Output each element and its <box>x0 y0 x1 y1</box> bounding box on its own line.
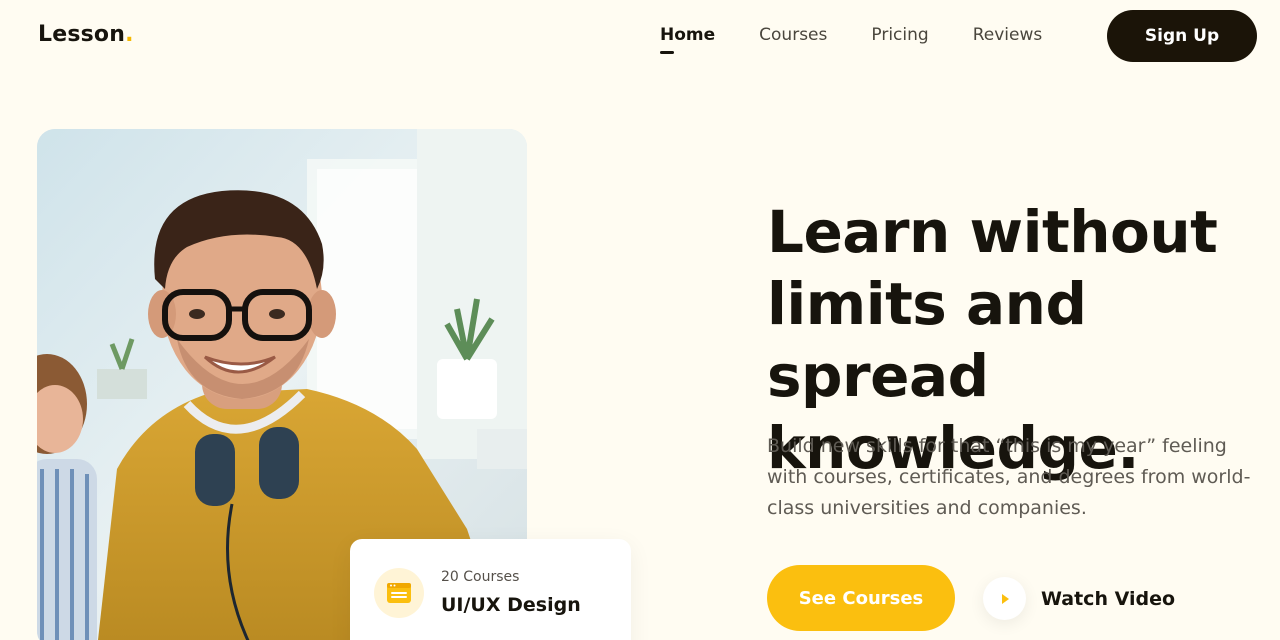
sign-up-button[interactable]: Sign Up <box>1107 10 1257 62</box>
logo-text: Lesson <box>38 22 126 47</box>
logo[interactable]: Lesson. <box>38 22 134 47</box>
play-icon <box>1001 593 1009 604</box>
play-button[interactable] <box>983 577 1026 620</box>
nav-item-pricing[interactable]: Pricing <box>871 25 928 45</box>
nav-item-courses[interactable]: Courses <box>759 25 827 45</box>
hero-subtext: Build new skills for that “this is my ye… <box>767 435 1251 519</box>
course-badge <box>374 568 424 618</box>
browser-window-icon <box>387 583 411 603</box>
main-nav: Home Courses Pricing Reviews <box>660 25 1043 54</box>
course-count: 20 Courses <box>441 569 520 585</box>
nav-item-reviews[interactable]: Reviews <box>973 25 1043 45</box>
nav-item-home[interactable]: Home <box>660 25 715 54</box>
course-card[interactable]: 20 Courses UI/UX Design <box>350 539 631 640</box>
see-courses-button[interactable]: See Courses <box>767 565 955 631</box>
watch-video-button[interactable]: Watch Video <box>983 577 1175 620</box>
course-title: UI/UX Design <box>441 594 581 616</box>
watch-video-label: Watch Video <box>1041 587 1176 610</box>
logo-dot: . <box>125 22 134 47</box>
